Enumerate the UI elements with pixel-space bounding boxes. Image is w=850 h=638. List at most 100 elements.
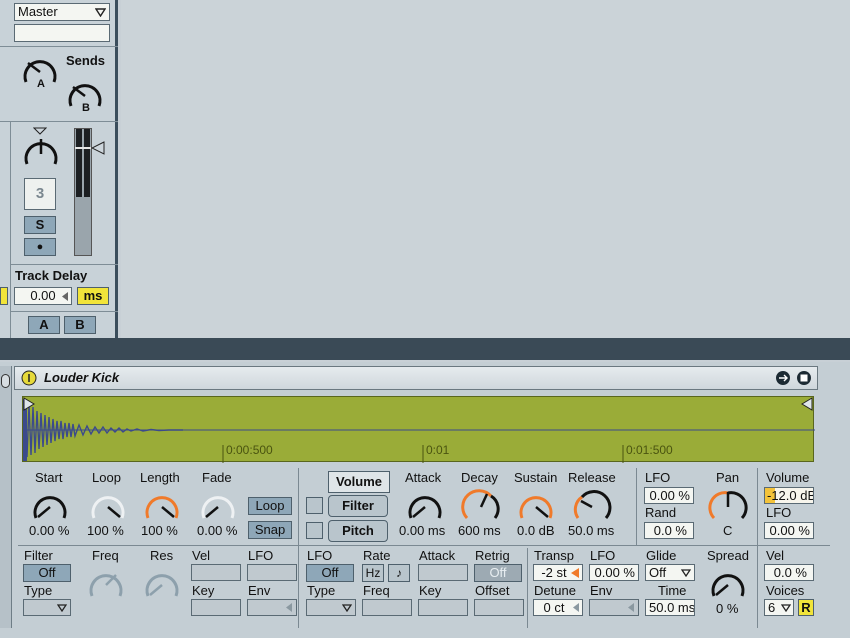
output-channel-field[interactable]	[14, 24, 110, 42]
separator	[0, 338, 850, 360]
attack-knob[interactable]	[405, 488, 445, 526]
retrig-toggle-button[interactable]: Off	[474, 564, 522, 582]
pitch-enable-checkbox[interactable]	[306, 522, 323, 539]
filter-lfo-field[interactable]	[247, 564, 297, 581]
time-marker: 0:01:500	[626, 443, 673, 457]
pitch-lfo-field[interactable]: 0.00 %	[589, 564, 639, 581]
track-delay-value: 0.00	[30, 288, 56, 303]
tab-volume[interactable]: Volume	[328, 471, 390, 493]
filter-enable-checkbox[interactable]	[306, 497, 323, 514]
pitch-env-field[interactable]	[589, 599, 639, 616]
attack-label: Attack	[405, 470, 442, 485]
attack-value: 0.00 ms	[399, 523, 446, 538]
volume-field[interactable]: -12.0 dB	[764, 487, 814, 504]
glide-select[interactable]: Off	[645, 564, 695, 581]
hot-swap-icon[interactable]	[775, 370, 791, 386]
release-value: 50.0 ms	[568, 523, 615, 538]
filter-vel-field[interactable]	[191, 564, 241, 581]
filter-lfo-label: LFO	[248, 548, 274, 563]
track-delay-unit-button[interactable]: ms	[77, 287, 109, 305]
lfo-attack-field[interactable]	[418, 564, 468, 581]
crossfade-a-button[interactable]: A	[28, 316, 60, 334]
retrigger-button[interactable]: R	[798, 599, 814, 616]
fold-icon[interactable]	[1, 374, 10, 388]
volume-lfo-field[interactable]: 0.00 %	[644, 487, 694, 504]
divider	[527, 548, 528, 628]
snap-toggle-button[interactable]: Snap	[248, 521, 292, 539]
decay-value: 600 ms	[458, 523, 501, 538]
tab-filter[interactable]: Filter	[328, 495, 388, 517]
pan-knob[interactable]	[708, 488, 748, 526]
fade-label: Fade	[202, 470, 232, 485]
transp-field[interactable]: -2 st	[533, 564, 583, 581]
loop-toggle-button[interactable]: Loop	[248, 497, 292, 515]
sample-waveform[interactable]: 0:00:500 0:01 0:01:500	[22, 396, 815, 463]
output-select-value: Master	[18, 4, 58, 19]
filter-key-field[interactable]	[191, 599, 241, 616]
pitch-lfo-label: LFO	[590, 548, 616, 563]
lfo-toggle-button[interactable]: Off	[306, 564, 354, 582]
level-meter	[74, 128, 92, 256]
solo-button[interactable]: S	[24, 216, 56, 234]
vel-field[interactable]: 0.0 %	[764, 564, 814, 581]
volume-lfo2-field[interactable]: 0.00 %	[764, 522, 814, 539]
transp-value: -2 st	[541, 565, 567, 580]
start-knob[interactable]	[30, 488, 70, 526]
length-value: 100 %	[141, 523, 178, 538]
lfo-sync-button[interactable]: ♪	[388, 564, 410, 582]
lfo-key-field[interactable]	[418, 599, 468, 616]
decay-knob[interactable]	[461, 488, 501, 526]
voices-select[interactable]: 6	[764, 599, 794, 616]
start-label: Start	[35, 470, 63, 485]
output-select[interactable]: Master	[14, 3, 110, 21]
lfo-type-select[interactable]	[306, 599, 356, 616]
meter-right	[84, 129, 90, 197]
length-knob[interactable]	[142, 488, 182, 526]
device-bottom	[0, 628, 850, 638]
waveform-display	[23, 399, 815, 463]
volume-fader-handle-icon[interactable]	[91, 141, 105, 155]
lfo-hz-button[interactable]: Hz	[362, 564, 384, 582]
voices-value: 6	[768, 600, 776, 615]
sustain-knob[interactable]	[516, 488, 556, 526]
track-delay-label: Track Delay	[15, 268, 88, 283]
rand-field[interactable]: 0.0 %	[644, 522, 694, 539]
lfo-freq-field[interactable]	[362, 599, 412, 616]
crossfade-b-button[interactable]: B	[64, 316, 96, 334]
transp-label: Transp	[534, 548, 574, 563]
filter-env-field[interactable]	[247, 599, 297, 616]
filter-res-knob[interactable]	[142, 566, 182, 604]
device-left-strip	[0, 366, 12, 638]
filter-toggle-button[interactable]: Off	[23, 564, 71, 582]
track-delay-field[interactable]: 0.00	[14, 287, 72, 305]
track-activator[interactable]: 3	[24, 178, 56, 210]
save-preset-icon[interactable]	[796, 370, 812, 386]
filter-type-select[interactable]	[23, 599, 71, 616]
lfo-rate-label: Rate	[363, 548, 391, 563]
release-knob[interactable]	[572, 488, 612, 526]
filter-key-label: Key	[192, 583, 215, 598]
loop-knob[interactable]	[88, 488, 128, 526]
lfo-type-label: Type	[307, 583, 336, 598]
divider	[636, 468, 637, 546]
device-title-bar: Louder Kick	[14, 366, 818, 390]
start-marker-icon[interactable]	[23, 397, 35, 411]
filter-freq-knob[interactable]	[86, 566, 126, 604]
device-activator-icon[interactable]	[21, 370, 37, 386]
lfo-offset-field[interactable]	[474, 599, 524, 616]
spread-knob[interactable]	[708, 566, 748, 604]
fade-knob[interactable]	[198, 488, 238, 526]
arm-button[interactable]: ●	[24, 238, 56, 256]
volume-value: -12.0 dB	[767, 488, 814, 503]
decay-label: Decay	[461, 470, 498, 485]
end-marker-icon[interactable]	[801, 397, 813, 411]
length-label: Length	[140, 470, 180, 485]
glide-time-label: Time	[658, 583, 687, 598]
pan-knob[interactable]	[21, 134, 61, 174]
chevron-down-icon	[342, 604, 352, 612]
loop-value: 100 %	[87, 523, 124, 538]
tab-pitch[interactable]: Pitch	[328, 520, 388, 542]
offset-label: Offset	[475, 583, 510, 598]
detune-field[interactable]: 0 ct	[533, 599, 583, 616]
glide-time-field[interactable]: 50.0 ms	[645, 599, 695, 616]
